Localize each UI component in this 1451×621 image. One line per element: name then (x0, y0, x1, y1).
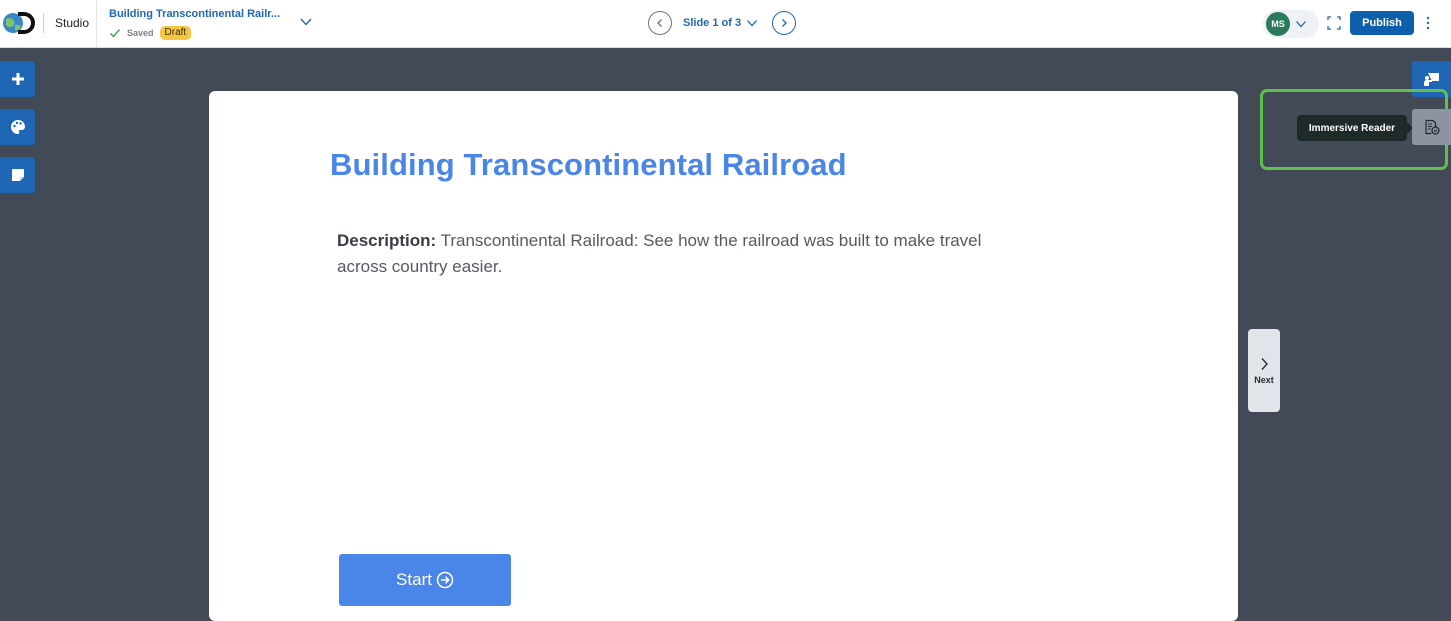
publish-button[interactable]: Publish (1350, 11, 1414, 35)
immersive-reader-button[interactable] (1412, 109, 1451, 145)
more-vertical-icon[interactable] (1426, 16, 1430, 30)
slide-description[interactable]: Description: Transcontinental Railroad: … (337, 228, 997, 280)
slide-title[interactable]: Building Transcontinental Railroad (330, 147, 847, 183)
chevron-down-icon[interactable] (299, 16, 313, 28)
chevron-down-icon[interactable] (746, 18, 758, 28)
next-slide-tab[interactable]: Next (1248, 329, 1280, 412)
chevron-right-icon (782, 19, 787, 27)
next-label: Next (1254, 374, 1274, 385)
draft-badge: Draft (159, 26, 192, 40)
slide-canvas: Building Transcontinental Railroad Descr… (209, 91, 1238, 621)
user-menu[interactable]: MS (1263, 10, 1319, 38)
description-label: Description: (337, 231, 437, 250)
avatar: MS (1266, 12, 1290, 36)
immersive-reader-tooltip: Immersive Reader (1297, 115, 1413, 141)
check-icon (110, 29, 121, 38)
chevron-down-icon (1296, 21, 1306, 28)
header-divider (96, 0, 97, 47)
start-button[interactable]: Start (339, 554, 511, 606)
studio-label: Studio (55, 16, 90, 30)
slide-navigation: Slide 1 of 3 (648, 11, 797, 35)
theme-button[interactable] (0, 109, 35, 145)
immersive-reader-icon (1424, 119, 1440, 135)
arrow-right-circle-icon (436, 571, 454, 589)
presentation-icon (1423, 73, 1439, 86)
chevron-right-icon (1261, 357, 1268, 370)
sticky-note-icon (11, 169, 24, 181)
slide-indicator[interactable]: Slide 1 of 3 (683, 17, 741, 29)
add-element-button[interactable] (0, 61, 35, 97)
palette-icon (10, 120, 25, 134)
top-bar: Studio Building Transcontinental Railr..… (0, 0, 1451, 48)
document-title[interactable]: Building Transcontinental Railr... (109, 8, 280, 20)
logo-divider (43, 13, 44, 33)
previous-slide-button[interactable] (648, 11, 672, 35)
saved-label: Saved (127, 28, 154, 38)
start-label: Start (396, 570, 432, 589)
plus-icon (11, 73, 24, 85)
save-status: Saved Draft (109, 26, 192, 40)
next-slide-button[interactable] (772, 11, 797, 35)
fullscreen-icon[interactable] (1327, 16, 1341, 30)
chevron-left-icon (657, 19, 662, 27)
notes-button[interactable] (0, 157, 35, 193)
discovery-logo-icon[interactable] (2, 10, 36, 36)
